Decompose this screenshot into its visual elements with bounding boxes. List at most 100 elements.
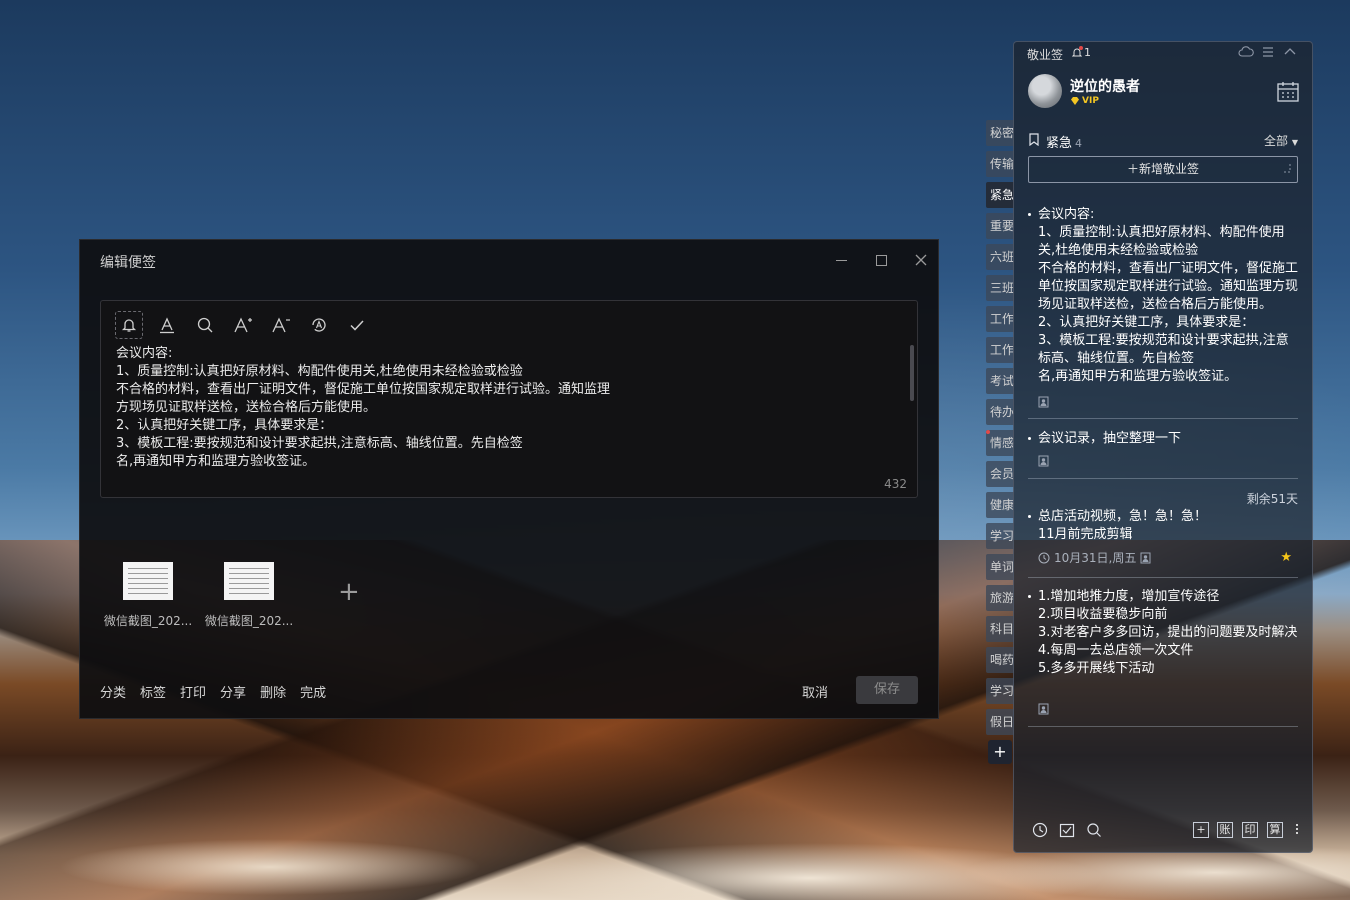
font-decrease-icon	[272, 317, 290, 333]
ledger-button[interactable]: 账	[1217, 822, 1233, 838]
tab-study-2[interactable]: 学习	[986, 678, 1014, 704]
more-options-icon[interactable]	[1295, 822, 1298, 838]
note-text: 1.增加地推力度，增加宣传途径 2.项目收益要稳步向前 3.对老客户多多回访，提…	[1038, 589, 1298, 676]
filter-dropdown[interactable]: 全部 ▼	[1264, 132, 1298, 149]
collapse-icon[interactable]	[1284, 46, 1296, 58]
edit-note-window: 编辑便签 会议内容: 1、质量控制:认真把好原材料、构配件使用关,杜绝使用未经检…	[79, 239, 939, 719]
new-note-button[interactable]: ＋新增敬业签	[1028, 156, 1298, 183]
tab-study-1[interactable]: 学习	[986, 523, 1014, 549]
stamp-button[interactable]: 印	[1242, 822, 1258, 838]
note-text: 总店活动视频，急！急！急！ 11月前完成剪辑	[1038, 509, 1208, 542]
divider	[1028, 478, 1298, 479]
done-button[interactable]: 完成	[300, 682, 326, 701]
tab-transfer[interactable]: 传输	[986, 151, 1014, 177]
tab-holiday[interactable]: 假日	[986, 709, 1014, 735]
note-editor[interactable]: 会议内容: 1、质量控制:认真把好原材料、构配件使用关,杜绝使用未经检验或检验 …	[100, 300, 918, 498]
checklist-icon[interactable]	[1059, 822, 1075, 838]
note-text: 会议记录，抽空整理一下	[1038, 431, 1182, 446]
tag-button[interactable]: 标签	[140, 682, 166, 701]
diamond-icon	[1071, 97, 1079, 105]
clock-icon[interactable]	[1032, 822, 1048, 838]
add-category-button[interactable]: +	[988, 740, 1012, 764]
attachment-item[interactable]: 微信截图_202...	[102, 562, 194, 629]
clock-icon	[1038, 552, 1050, 563]
tab-secret[interactable]: 秘密	[986, 120, 1014, 146]
tab-class-six[interactable]: 六班	[986, 244, 1014, 270]
bullet	[1028, 213, 1031, 216]
tab-medicine[interactable]: 喝药	[986, 647, 1014, 673]
tab-important[interactable]: 重要	[986, 213, 1014, 239]
category-title: 紧急 4	[1046, 136, 1083, 151]
print-button[interactable]: 打印	[180, 682, 206, 701]
note-item[interactable]: 会议记录，抽空整理一下	[1028, 430, 1298, 448]
attachment-name: 微信截图_202...	[103, 614, 193, 628]
classify-button[interactable]: 分类	[100, 682, 126, 701]
menu-icon[interactable]	[1262, 46, 1274, 58]
ocr-button[interactable]	[305, 311, 333, 339]
tab-todo[interactable]: 待办	[986, 399, 1014, 425]
text-color-icon	[160, 317, 174, 334]
tab-words[interactable]: 单词	[986, 554, 1014, 580]
user-profile[interactable]: 逆位的愚者 VIP	[1028, 74, 1299, 114]
note-item[interactable]: 总店活动视频，急！急！急！ 11月前完成剪辑 10月31日,周五 ★	[1028, 508, 1298, 566]
note-panel: 敬业签 1 逆位的愚者 VIP 紧急 4 全部 ▼ ＋新增敬业签 会议内容: 1、…	[1013, 41, 1313, 853]
tab-work-2[interactable]: 工作	[986, 337, 1014, 363]
close-icon	[915, 254, 927, 266]
tab-exam[interactable]: 考试	[986, 368, 1014, 394]
divider	[1028, 418, 1298, 419]
reminder-off-icon	[1140, 552, 1151, 563]
tab-emotion[interactable]: 情感	[986, 430, 1014, 456]
font-decrease-button[interactable]	[267, 311, 295, 339]
divider	[1028, 726, 1298, 727]
add-attachment-button[interactable]: +	[338, 579, 360, 605]
panel-footer: + 账 印 算	[1014, 812, 1312, 852]
add-note-button[interactable]: +	[1193, 822, 1209, 838]
delete-button[interactable]: 删除	[260, 682, 286, 701]
due-date: 10月31日,周五	[1038, 549, 1151, 566]
unread-dot	[986, 430, 990, 434]
confirm-button[interactable]	[343, 311, 371, 339]
tab-subject[interactable]: 科目	[986, 616, 1014, 642]
maximize-button[interactable]	[869, 248, 893, 272]
title-bar[interactable]: 编辑便签	[80, 240, 938, 280]
text-color-button[interactable]	[153, 311, 181, 339]
search-icon	[197, 317, 213, 333]
tab-urgent[interactable]: 紧急	[986, 182, 1014, 208]
reminder-button[interactable]	[115, 311, 143, 339]
share-button[interactable]: 分享	[220, 682, 246, 701]
star-icon[interactable]: ★	[1280, 550, 1292, 565]
attachment-item[interactable]: 微信截图_202...	[203, 562, 295, 629]
avatar[interactable]	[1028, 74, 1062, 108]
close-button[interactable]	[909, 248, 933, 272]
cloud-sync-icon[interactable]	[1238, 46, 1254, 58]
minimize-button[interactable]	[829, 248, 853, 272]
reminder-off-icon	[1038, 455, 1049, 467]
panel-header[interactable]: 敬业签 1	[1014, 42, 1312, 64]
tab-class-three[interactable]: 三班	[986, 275, 1014, 301]
calendar-icon[interactable]	[1277, 82, 1299, 102]
save-button[interactable]: 保存	[856, 676, 918, 704]
tab-label: 情感	[990, 436, 1014, 450]
corner-fold-icon	[1282, 164, 1291, 173]
tab-member[interactable]: 会员	[986, 461, 1014, 487]
attachment-thumbnail	[123, 562, 173, 600]
editor-scrollbar[interactable]	[910, 345, 914, 401]
note-item[interactable]: 1.增加地推力度，增加宣传途径 2.项目收益要稳步向前 3.对老客户多多回访，提…	[1028, 588, 1298, 678]
bookmark-icon	[1029, 133, 1039, 146]
tab-travel[interactable]: 旅游	[986, 585, 1014, 611]
note-content[interactable]: 会议内容: 1、质量控制:认真把好原材料、构配件使用关,杜绝使用未经检验或检验 …	[116, 345, 636, 471]
cancel-button[interactable]: 取消	[802, 682, 828, 701]
font-increase-button[interactable]	[229, 311, 257, 339]
check-icon	[350, 320, 364, 331]
notification-count: 1	[1084, 46, 1091, 59]
tab-work-1[interactable]: 工作	[986, 306, 1014, 332]
find-button[interactable]	[191, 311, 219, 339]
reminder-off-icon	[1038, 396, 1049, 408]
note-item[interactable]: 会议内容: 1、质量控制:认真把好原材料、构配件使用关,杜绝使用未经检验或检验 …	[1028, 206, 1298, 390]
character-count: 432	[884, 477, 907, 491]
editor-toolbar	[115, 311, 371, 341]
search-icon[interactable]	[1086, 822, 1102, 838]
tab-health[interactable]: 健康	[986, 492, 1014, 518]
calculator-button[interactable]: 算	[1267, 822, 1283, 838]
notification-button[interactable]: 1	[1071, 46, 1091, 59]
